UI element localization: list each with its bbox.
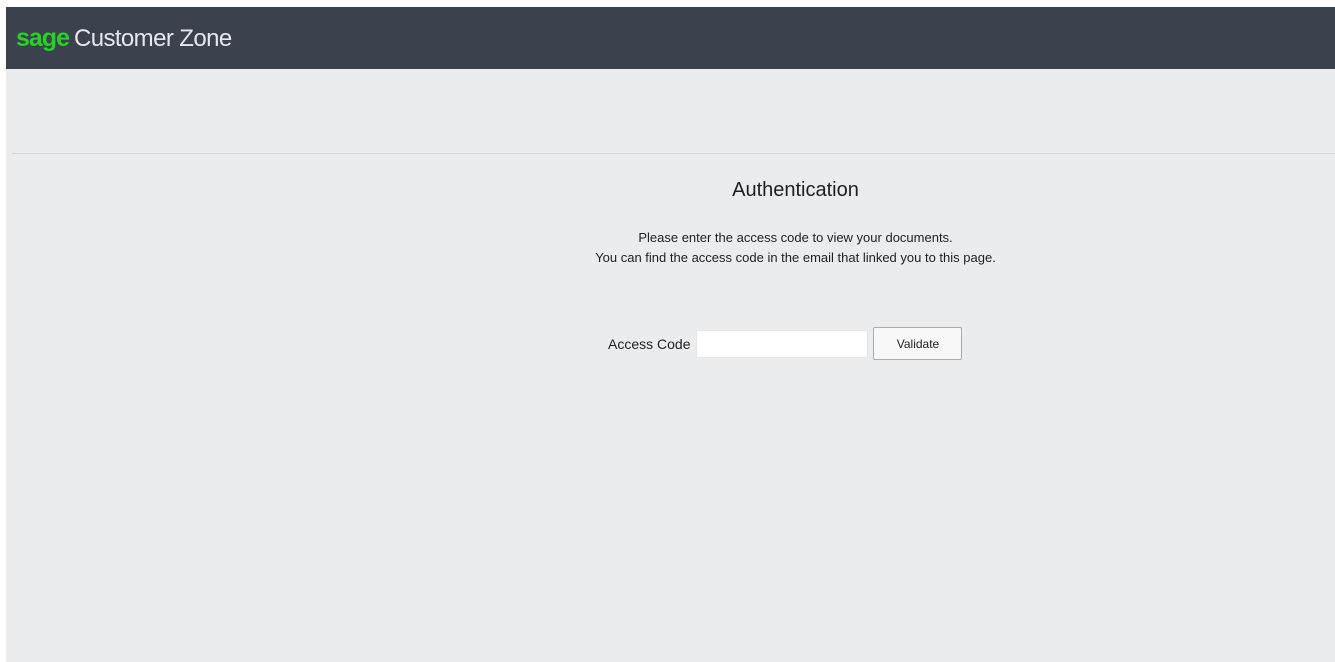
brand[interactable]: sage Customer Zone [16, 24, 232, 53]
access-code-input[interactable] [696, 329, 869, 358]
sage-logo: sage [16, 23, 70, 52]
intro-line-2: You can find the access code in the emai… [595, 250, 996, 265]
page: sage Customer Zone Authentication Please… [6, 7, 1335, 662]
app-title: Customer Zone [73, 24, 232, 52]
divider [12, 153, 1335, 154]
access-code-form: Access Code Validate [608, 327, 963, 360]
intro-text: Please enter the access code to view you… [6, 228, 1335, 268]
page-title: Authentication [732, 179, 859, 201]
access-code-label: Access Code [608, 335, 691, 352]
top-bar: sage Customer Zone [6, 7, 1335, 69]
validate-button[interactable]: Validate [873, 327, 963, 360]
intro-line-1: Please enter the access code to view you… [638, 230, 953, 245]
